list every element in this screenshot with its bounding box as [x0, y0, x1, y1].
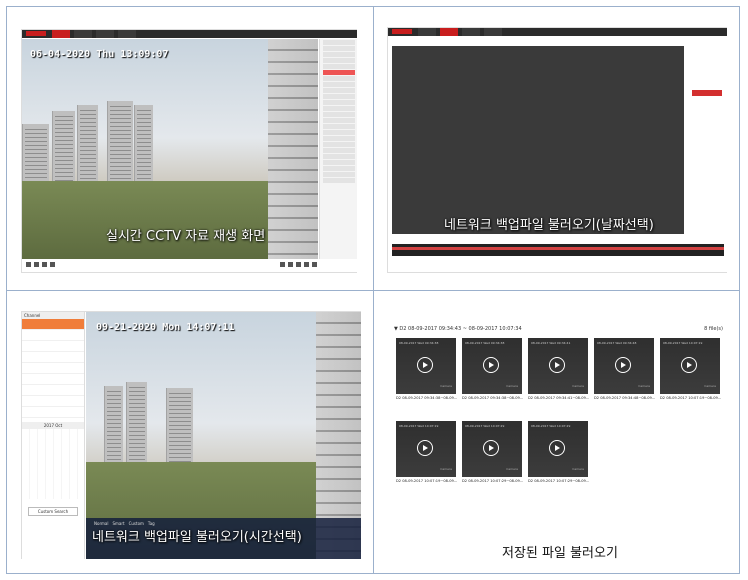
file-count: 8 file(s) — [704, 326, 723, 332]
ptz-sidebar — [319, 39, 357, 259]
panel-live-view: 06-04-2020 Thu 13:09:07 실시간 CCTV 자료 재생 화… — [21, 29, 357, 279]
file-label: D2 08-09-2017 10:07:19~08-09... — [396, 479, 458, 483]
file-thumbnail[interactable]: 08-09-2017 Wed 09:34:38 Camera D2 08-09-2… — [396, 338, 458, 404]
tab-configuration[interactable] — [96, 30, 114, 38]
play-icon[interactable] — [549, 357, 565, 373]
file-label: D2 08-09-2017 10:07:29~08-09... — [528, 479, 590, 483]
file-thumbnail[interactable]: 08-09-2017 Wed 09:34:41 Camera D2 08-09-2… — [528, 338, 590, 404]
channel-sidebar: Channel 2017 Oct Custom Search — [22, 312, 85, 559]
brand-logo — [392, 29, 412, 34]
screenshot-grid: 06-04-2020 Thu 13:09:07 실시간 CCTV 자료 재생 화… — [6, 6, 740, 574]
osd-datetime-time: 09-21-2020 Mon 14:07:11 — [96, 322, 235, 333]
file-thumbnail[interactable]: 08-09-2017 Wed 10:07:19 Camera D2 08-09-2… — [660, 338, 722, 404]
calendar-month: 2017 Oct — [22, 422, 84, 429]
play-icon[interactable] — [549, 440, 565, 456]
tab-playback[interactable] — [74, 30, 92, 38]
channel-item[interactable] — [22, 330, 84, 341]
file-label: D2 08-09-2017 09:34:48~08-09... — [594, 396, 656, 400]
osd-datetime: 06-04-2020 Thu 13:09:07 — [30, 49, 169, 60]
file-label: D2 08-09-2017 10:07:29~08-09... — [462, 479, 524, 483]
custom-search-button[interactable]: Custom Search — [28, 507, 78, 516]
search-button[interactable] — [692, 90, 722, 96]
caption-network-time: 네트워크 백업파일 불러오기(시간선택) — [92, 530, 302, 545]
live-toolbar[interactable] — [26, 262, 55, 267]
file-label: D2 08-09-2017 09:34:38~08-09... — [396, 396, 458, 400]
channel-item[interactable] — [22, 385, 84, 396]
channel-sidebar-title: Channel — [22, 312, 84, 319]
play-icon[interactable] — [615, 357, 631, 373]
file-thumbnail[interactable]: 08-09-2017 Wed 10:07:29 Camera D2 08-09-2… — [462, 421, 524, 487]
date-calendar[interactable] — [688, 46, 726, 86]
caption-network-date: 네트워크 백업파일 불러오기(날짜선택) — [444, 218, 654, 233]
app-top-bar — [22, 30, 357, 38]
playback-window-time: Channel 2017 Oct Custom Search 09-21-202… — [21, 311, 361, 559]
file-thumbnail[interactable]: 08-09-2017 Wed 09:34:48 Camera D2 08-09-2… — [594, 338, 656, 404]
caption-live: 실시간 CCTV 자료 재생 화면 — [106, 229, 266, 244]
app-top-bar — [388, 28, 727, 36]
panel-network-date: 네트워크 백업파일 불러오기(날짜선택) — [387, 27, 727, 277]
channel-item[interactable] — [22, 319, 84, 330]
live-toolbar-right[interactable] — [280, 262, 317, 267]
file-thumbnail[interactable]: 08-09-2017 Wed 10:07:19 Camera D2 08-09-2… — [396, 421, 458, 487]
file-label: D2 08-09-2017 09:34:38~08-09... — [462, 396, 524, 400]
play-icon[interactable] — [417, 357, 433, 373]
panel-network-time: Channel 2017 Oct Custom Search 09-21-202… — [21, 311, 361, 559]
brand-logo — [26, 31, 46, 36]
playback-window: 네트워크 백업파일 불러오기(날짜선택) — [387, 27, 727, 273]
playback-timeline[interactable] — [392, 244, 724, 256]
playback-video: 네트워크 백업파일 불러오기(날짜선택) — [392, 46, 684, 234]
channel-item[interactable] — [22, 363, 84, 374]
live-view-window: 06-04-2020 Thu 13:09:07 실시간 CCTV 자료 재생 화… — [21, 29, 357, 273]
play-icon[interactable] — [417, 440, 433, 456]
camera-video-time: 09-21-2020 Mon 14:07:11 Normal Smart Cus… — [86, 312, 361, 559]
file-thumbnail[interactable]: 08-09-2017 Wed 10:07:29 Camera D2 08-09-2… — [528, 421, 590, 487]
tab-live-view[interactable] — [52, 30, 70, 38]
channel-item[interactable] — [22, 352, 84, 363]
channel-item[interactable] — [22, 396, 84, 407]
tab-live-view[interactable] — [418, 28, 436, 36]
tab-configuration[interactable] — [462, 28, 480, 36]
file-label: D2 08-09-2017 09:34:41~08-09... — [528, 396, 590, 400]
file-list-header[interactable]: ▼ D2 08-09-2017 09:34:43 ~ 08-09-2017 10… — [394, 326, 522, 332]
channel-item[interactable] — [22, 374, 84, 385]
tab-playback[interactable] — [440, 28, 458, 36]
camera-video: 06-04-2020 Thu 13:09:07 실시간 CCTV 자료 재생 화… — [22, 39, 318, 259]
tab-picture[interactable] — [118, 30, 136, 38]
tab-picture[interactable] — [484, 28, 502, 36]
file-label: D2 08-09-2017 10:07:19~08-09... — [660, 396, 722, 400]
panel-saved-files: ▼ D2 08-09-2017 09:34:43 ~ 08-09-2017 10… — [374, 291, 739, 573]
channel-item[interactable] — [22, 407, 84, 418]
time-calendar[interactable] — [22, 429, 84, 499]
play-icon[interactable] — [483, 357, 499, 373]
channel-item[interactable] — [22, 341, 84, 352]
play-icon[interactable] — [681, 357, 697, 373]
file-thumbnail[interactable]: 08-09-2017 Wed 09:34:38 Camera D2 08-09-2… — [462, 338, 524, 404]
play-icon[interactable] — [483, 440, 499, 456]
caption-saved-files: 저장된 파일 불러오기 — [502, 546, 618, 561]
